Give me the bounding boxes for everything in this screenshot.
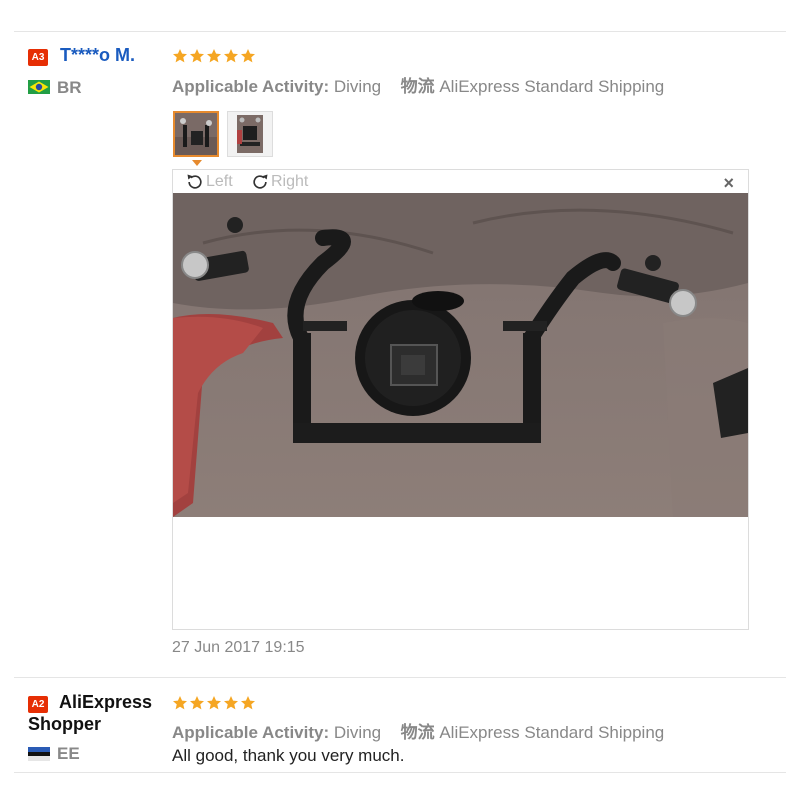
logistics-label: 物流 <box>400 77 435 96</box>
activity-label: Applicable Activity: <box>172 723 330 742</box>
logistics-value: AliExpress Standard Shipping <box>439 723 665 742</box>
star-icon <box>224 49 238 63</box>
star-icon <box>173 696 187 710</box>
star-icon <box>241 696 255 710</box>
rotate-left-icon <box>187 174 202 189</box>
review-photo-thumbnail[interactable] <box>173 111 219 157</box>
activity-value: Diving <box>333 723 382 742</box>
user-name[interactable]: T****o M. <box>60 45 135 66</box>
review-attributes: Applicable Activity: Diving 物流 AliExpres… <box>172 72 664 97</box>
rotate-right-button[interactable]: Right <box>250 172 308 192</box>
bottom-divider <box>14 772 786 773</box>
rotate-right-icon <box>253 174 268 189</box>
flag-ee-icon <box>28 747 50 761</box>
logistics-label: 物流 <box>400 723 435 742</box>
user-name-line2: Shopper <box>28 714 102 734</box>
star-icon <box>190 49 204 63</box>
active-thumbnail-indicator <box>192 160 202 166</box>
star-icon <box>241 49 255 63</box>
activity-label: Applicable Activity: <box>172 77 330 96</box>
rotate-left-button[interactable]: Left <box>185 172 233 192</box>
photo-viewer: Left Right × <box>172 169 749 630</box>
star-icon <box>207 49 221 63</box>
star-icon <box>173 49 187 63</box>
user-name-line1: AliExpress <box>59 692 153 712</box>
review-item: A3 T****o M. BR Applicable Activity: Div… <box>0 0 800 680</box>
review-comment: All good, thank you very much. <box>172 746 405 765</box>
activity-value: Diving <box>333 77 382 96</box>
rotate-left-label: Left <box>206 173 233 190</box>
user-name[interactable]: AliExpress Shopper <box>28 691 168 735</box>
rating-stars <box>172 48 256 66</box>
star-icon <box>207 696 221 710</box>
close-icon[interactable]: × <box>723 173 734 194</box>
review-attributes: Applicable Activity: Diving 物流 AliExpres… <box>172 718 664 743</box>
star-icon <box>190 696 204 710</box>
review-date: 27 Jun 2017 19:15 <box>172 639 305 656</box>
review-photo-thumbnail[interactable] <box>227 111 273 157</box>
logistics-value: AliExpress Standard Shipping <box>439 77 665 96</box>
review-item: A2 AliExpress Shopper EE Applicable Acti… <box>0 678 800 778</box>
flag-br-icon <box>28 80 50 94</box>
user-level-badge: A3 <box>28 49 48 66</box>
rotate-right-label: Right <box>271 173 309 190</box>
star-icon <box>224 696 238 710</box>
user-country: EE <box>57 744 80 763</box>
user-country: BR <box>57 78 82 97</box>
rating-stars <box>172 695 256 713</box>
review-photo <box>173 193 748 517</box>
